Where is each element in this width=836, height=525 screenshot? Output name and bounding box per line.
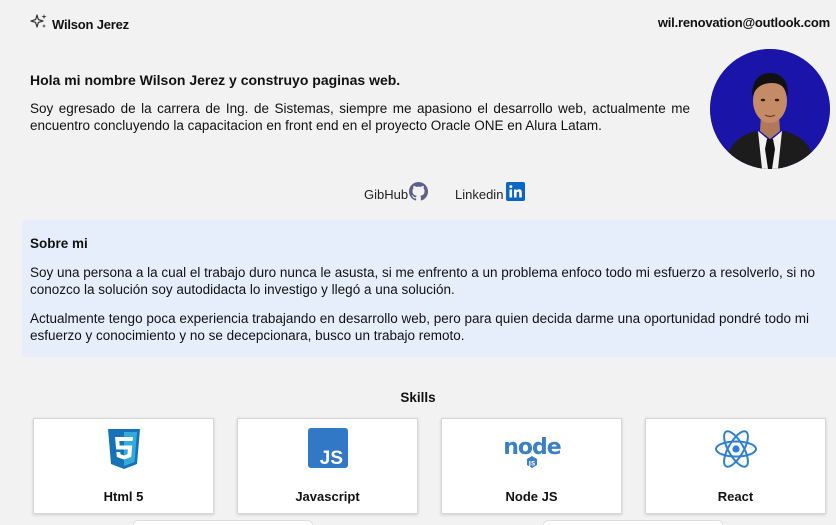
- about-title: Sobre mi: [30, 236, 88, 251]
- svg-text:JS: JS: [527, 461, 535, 468]
- about-paragraph-1: Soy una persona a la cual el trabajo dur…: [30, 265, 815, 297]
- skill-card-react: React: [645, 418, 826, 514]
- intro-section: Hola mi nombre Wilson Jerez y construyo …: [30, 72, 690, 134]
- about-section: Sobre mi Soy una persona a la cual el tr…: [22, 220, 836, 357]
- github-link-label: GibHub: [364, 187, 409, 202]
- skill-card-partial: [133, 520, 313, 525]
- skill-label: Javascript: [295, 489, 360, 504]
- brand[interactable]: Wilson Jerez: [30, 13, 129, 36]
- linkedin-icon: [506, 182, 526, 204]
- github-icon: [409, 182, 429, 204]
- html5-icon: [34, 427, 213, 471]
- about-paragraph-2: Actualmente tengo poca experiencia traba…: [30, 311, 810, 343]
- skill-card-html5: Html 5: [33, 418, 214, 514]
- intro-title: Hola mi nombre Wilson Jerez y construyo …: [30, 72, 401, 88]
- brand-name: Wilson Jerez: [52, 17, 129, 32]
- javascript-icon: JS: [238, 427, 417, 471]
- skill-label: Html 5: [103, 489, 144, 504]
- skill-label: Node JS: [505, 489, 558, 504]
- intro-text: Soy egresado de la carrera de Ing. de Si…: [30, 101, 690, 133]
- skills-title: Skills: [400, 390, 436, 405]
- nodejs-icon: node JS: [442, 427, 621, 471]
- email-link[interactable]: wil.renovation@outlook.com: [658, 15, 830, 30]
- skill-card-javascript: JS Javascript: [237, 418, 418, 514]
- site-header: Wilson Jerez wil.renovation@outlook.com: [0, 0, 836, 44]
- react-icon: [646, 427, 825, 471]
- sparkles-icon: [30, 13, 48, 36]
- github-link[interactable]: GibHub: [364, 182, 429, 204]
- avatar: [710, 49, 830, 169]
- skill-label: React: [717, 489, 754, 504]
- svg-text:JS: JS: [319, 448, 342, 469]
- social-links: GibHub Linkedin: [0, 182, 836, 206]
- skill-card-nodejs: node JS Node JS: [441, 418, 622, 514]
- skill-card-partial: [543, 520, 723, 525]
- linkedin-link[interactable]: Linkedin: [455, 182, 526, 204]
- linkedin-link-label: Linkedin: [455, 187, 504, 202]
